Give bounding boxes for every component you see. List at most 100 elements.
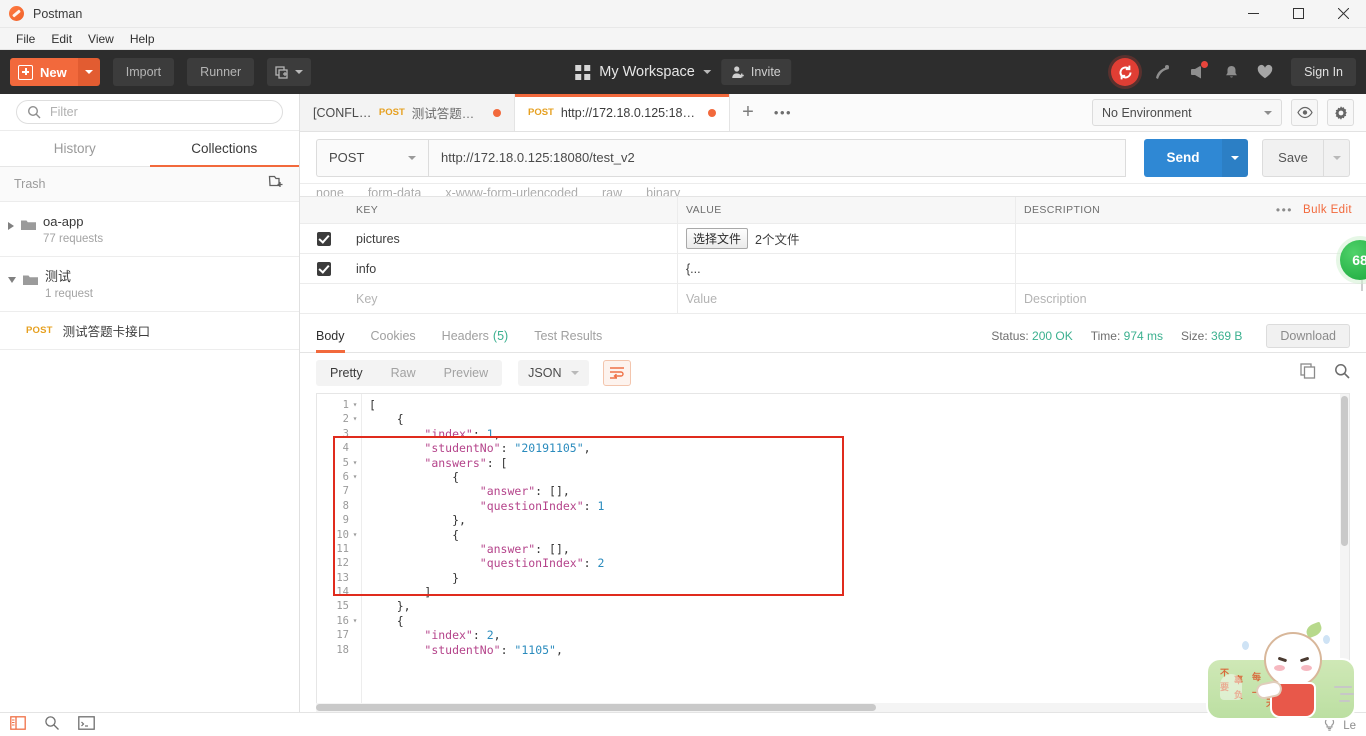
- environment-select[interactable]: No Environment: [1092, 99, 1282, 126]
- response-tab-headers[interactable]: Headers (5): [442, 319, 509, 353]
- line-number: 6: [342, 470, 349, 483]
- table-row[interactable]: pictures 选择文件 2个文件: [300, 224, 1366, 254]
- body-type-form-data[interactable]: form-data: [368, 186, 422, 196]
- bulk-edit-link[interactable]: Bulk Edit: [1303, 204, 1352, 216]
- word-wrap-button[interactable]: [603, 360, 632, 386]
- close-button[interactable]: [1321, 0, 1366, 28]
- filter-input[interactable]: Filter: [16, 100, 283, 124]
- settings-button[interactable]: [1327, 99, 1354, 126]
- chevron-down-icon: [408, 155, 416, 160]
- url-input[interactable]: http://172.18.0.125:18080/test_v2: [428, 138, 1126, 177]
- fold-toggle-icon[interactable]: ▾: [349, 456, 361, 470]
- save-options-button[interactable]: [1324, 138, 1350, 177]
- request-tab-conflict[interactable]: [CONFLICT] POST 测试答题卡接口: [300, 94, 515, 131]
- sidebar-toggle-icon[interactable]: [10, 716, 26, 735]
- http-method-select[interactable]: POST: [316, 138, 428, 177]
- fold-toggle-icon[interactable]: ▾: [349, 470, 361, 484]
- search-response-button[interactable]: [1334, 363, 1350, 384]
- table-options-icon[interactable]: •••: [1276, 203, 1293, 217]
- request-tab-active[interactable]: POST http://172.18.0.125:18080/test_: [515, 94, 730, 131]
- collection-item-oa-app[interactable]: oa-app 77 requests: [0, 202, 299, 257]
- bulb-icon[interactable]: [1323, 716, 1336, 735]
- row-value[interactable]: {...: [678, 254, 1016, 283]
- heart-icon[interactable]: [1255, 62, 1275, 82]
- fold-toggle-icon[interactable]: ▾: [349, 412, 361, 426]
- trash-label[interactable]: Trash: [14, 177, 46, 191]
- table-row-placeholder[interactable]: Key Value Description: [300, 284, 1366, 314]
- send-options-button[interactable]: [1222, 138, 1248, 177]
- code-line: 16 ▾ {: [317, 614, 1349, 628]
- body-type-none[interactable]: none: [316, 186, 344, 196]
- menu-item-file[interactable]: File: [8, 30, 43, 48]
- row-description[interactable]: [1016, 254, 1366, 283]
- response-body-viewer[interactable]: 1 ▾[2 ▾ {3 "index": 1, 4 "studentNo": "2019…: [316, 393, 1350, 703]
- tab-history[interactable]: History: [0, 131, 150, 166]
- format-pretty[interactable]: Pretty: [316, 360, 377, 386]
- checkbox-checked-icon[interactable]: [317, 231, 331, 246]
- placeholder-description[interactable]: Description: [1016, 284, 1366, 313]
- response-horizontal-scrollbar[interactable]: [316, 703, 1350, 712]
- response-tab-body[interactable]: Body: [316, 319, 345, 353]
- table-row[interactable]: info {...: [300, 254, 1366, 284]
- chevron-down-icon[interactable]: [8, 277, 16, 283]
- runner-button[interactable]: Runner: [187, 58, 255, 86]
- row-description[interactable]: [1016, 224, 1366, 253]
- new-window-button[interactable]: [267, 58, 312, 86]
- placeholder-value[interactable]: Value: [678, 284, 1016, 313]
- body-type-urlencoded[interactable]: x-www-form-urlencoded: [445, 186, 578, 196]
- body-type-raw[interactable]: raw: [602, 186, 622, 196]
- search-icon[interactable]: [44, 715, 60, 736]
- placeholder-key[interactable]: Key: [348, 284, 678, 313]
- new-button-dropdown[interactable]: [77, 58, 100, 86]
- send-button[interactable]: Send: [1144, 138, 1222, 177]
- row-key[interactable]: info: [348, 254, 678, 283]
- megaphone-icon[interactable]: [1187, 60, 1210, 82]
- maximize-button[interactable]: [1276, 0, 1321, 28]
- chevron-right-icon[interactable]: [8, 222, 14, 230]
- format-preview[interactable]: Preview: [430, 360, 502, 386]
- request-item[interactable]: POST 测试答题卡接口: [0, 312, 299, 350]
- body-type-binary[interactable]: binary: [646, 186, 680, 196]
- fold-toggle-icon[interactable]: ▾: [349, 614, 361, 628]
- tab-collections[interactable]: Collections: [149, 131, 300, 167]
- import-button[interactable]: Import: [112, 58, 175, 86]
- status-label: Status:: [991, 328, 1029, 343]
- checkbox-checked-icon[interactable]: [317, 261, 331, 276]
- format-raw[interactable]: Raw: [377, 360, 430, 386]
- minimize-button[interactable]: [1231, 0, 1276, 28]
- menu-item-help[interactable]: Help: [122, 30, 163, 48]
- row-checkbox-cell[interactable]: [300, 261, 348, 276]
- choose-file-button[interactable]: 选择文件: [686, 228, 749, 249]
- response-body-code[interactable]: 1 ▾[2 ▾ {3 "index": 1, 4 "studentNo": "2019…: [317, 394, 1349, 657]
- sign-in-button[interactable]: Sign In: [1291, 58, 1356, 86]
- environment-quick-look-button[interactable]: [1291, 99, 1318, 126]
- fold-toggle-icon[interactable]: ▾: [349, 398, 361, 412]
- invite-button[interactable]: Invite: [720, 59, 791, 85]
- title-bar: Postman: [0, 0, 1366, 28]
- save-button[interactable]: Save: [1262, 138, 1324, 177]
- code-text: "answers": [: [424, 455, 508, 470]
- row-key[interactable]: pictures: [348, 224, 678, 253]
- workspace-selector[interactable]: My Workspace Invite: [575, 59, 791, 85]
- response-vertical-scrollbar[interactable]: [1340, 394, 1349, 703]
- new-folder-icon[interactable]: [268, 173, 285, 195]
- row-value[interactable]: 选择文件 2个文件: [678, 224, 1016, 253]
- bell-icon[interactable]: [1221, 62, 1241, 82]
- row-checkbox-cell[interactable]: [300, 231, 348, 246]
- response-tab-cookies[interactable]: Cookies: [371, 319, 416, 353]
- download-button[interactable]: Download: [1266, 323, 1350, 348]
- add-tab-button[interactable]: +: [730, 94, 766, 131]
- new-button[interactable]: New: [10, 58, 78, 86]
- sync-icon[interactable]: [1111, 58, 1140, 86]
- size-value: 369 B: [1211, 328, 1243, 343]
- fold-toggle-icon[interactable]: ▾: [349, 528, 361, 542]
- satellite-icon[interactable]: [1153, 62, 1173, 82]
- response-language-select[interactable]: JSON: [518, 360, 590, 386]
- response-tab-test-results[interactable]: Test Results: [534, 319, 602, 353]
- tab-options-button[interactable]: •••: [766, 94, 800, 131]
- menu-item-edit[interactable]: Edit: [43, 30, 80, 48]
- copy-button[interactable]: [1300, 362, 1316, 384]
- collection-item-ceshi[interactable]: 测试 1 request: [0, 257, 299, 312]
- console-icon[interactable]: [78, 716, 95, 735]
- menu-item-view[interactable]: View: [80, 30, 122, 48]
